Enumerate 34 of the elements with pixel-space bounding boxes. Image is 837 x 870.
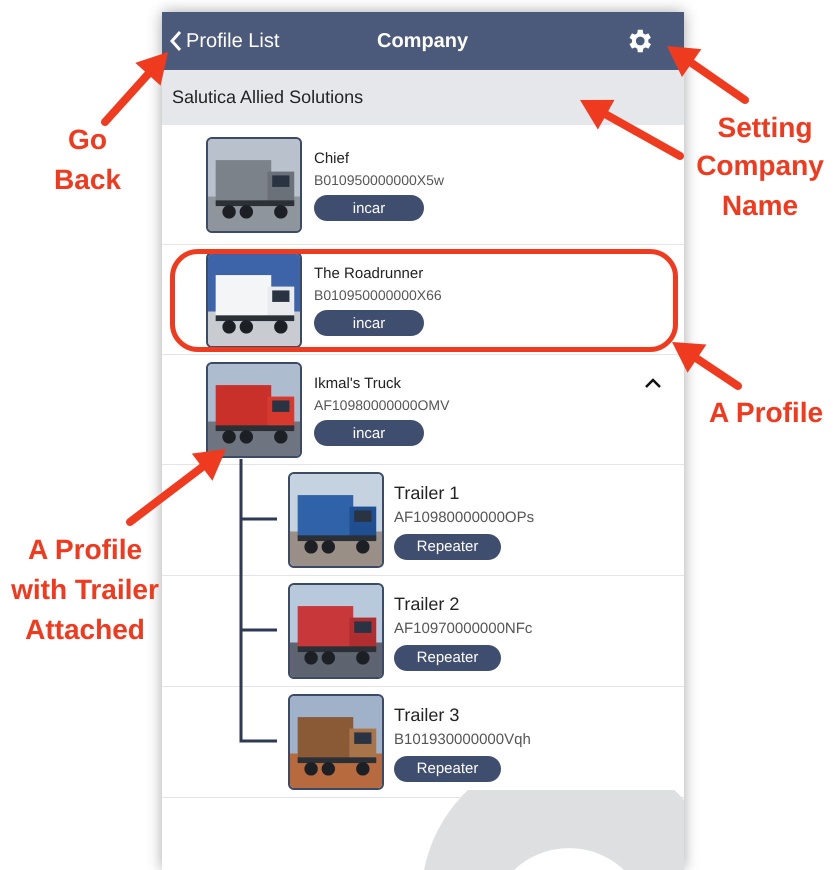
back-button[interactable]: Profile List xyxy=(170,26,280,56)
profile-type-button[interactable]: incar xyxy=(314,310,424,336)
profile-row[interactable]: The Roadrunner B010950000000X66 incar xyxy=(162,245,684,355)
trailer-row[interactable]: Trailer 1 AF10980000000OPs Repeater xyxy=(162,465,684,576)
profile-type-button[interactable]: Repeater xyxy=(394,534,501,560)
trailer-code: B101930000000Vqh xyxy=(394,730,531,750)
profile-type-button[interactable]: incar xyxy=(314,420,424,446)
profile-name: Chief xyxy=(314,148,350,169)
screen-title: Company xyxy=(377,29,468,54)
trailer-name: Trailer 2 xyxy=(394,593,460,616)
profile-code: B010950000000X5w xyxy=(314,171,444,190)
profile-type-button[interactable]: incar xyxy=(314,195,424,222)
callout-label: Company Name xyxy=(695,149,825,223)
profile-type-button[interactable]: Repeater xyxy=(394,756,501,782)
callout-label: Setting xyxy=(716,111,814,145)
pointer-arrow xyxy=(672,342,742,390)
profile-type-button[interactable]: Repeater xyxy=(394,644,501,671)
profile-name: The Roadrunner xyxy=(314,264,424,284)
trailer-code: AF10980000000OPs xyxy=(394,508,534,528)
callout-label: A Profile xyxy=(708,396,824,430)
company-name: Salutica Allied Solutions xyxy=(172,86,364,109)
callout-label: Go Back xyxy=(53,123,122,197)
profile-row[interactable]: Chief B010950000000X5w incar xyxy=(162,125,684,245)
trailer-name: Trailer 3 xyxy=(394,704,460,728)
profile-name: Ikmal's Truck xyxy=(314,374,402,394)
profile-code: B010950000000X66 xyxy=(314,286,442,306)
trailer-code: AF10970000000NFc xyxy=(394,619,532,640)
trailer-name: Trailer 1 xyxy=(394,482,460,506)
chevron-left-icon xyxy=(170,30,182,52)
trailer-row[interactable]: Trailer 2 AF10970000000NFc Repeater xyxy=(162,576,684,687)
chevron-up-icon[interactable] xyxy=(644,377,662,389)
profile-row[interactable]: Ikmal's Truck AF10980000000OMV incar xyxy=(162,355,684,465)
callout-label: A Profile with Trailer Attached xyxy=(10,533,160,647)
profile-code: AF10980000000OMV xyxy=(314,396,450,416)
